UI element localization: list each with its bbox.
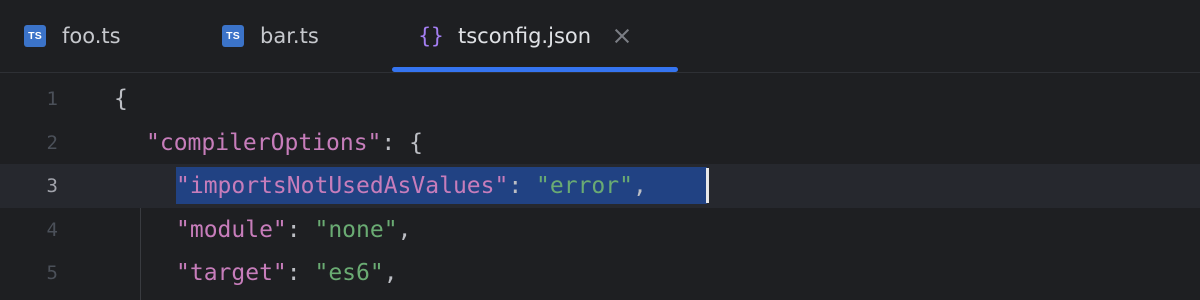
tab-label: bar.ts [260,24,319,48]
current-code-line[interactable]: 3 "importsNotUsedAsValues": "error", [0,164,1200,208]
json-key: "target" [176,260,287,286]
editor-tab-bar: TS foo.ts TS bar.ts {} tsconfig.json [0,0,1200,73]
line-number: 5 [46,262,58,284]
json-punctuation: : [286,217,315,243]
json-key: "module" [176,217,287,243]
json-key: "importsNotUsedAsValues" [176,173,509,199]
line-number: 2 [46,132,58,154]
json-punctuation: : { [381,130,423,156]
typescript-file-icon: TS [24,25,46,47]
typescript-file-icon: TS [222,25,244,47]
tab-label: tsconfig.json [458,24,592,48]
json-punctuation: : [286,260,315,286]
code-area[interactable]: 1 { 2 "compilerOptions": { 3 "importsNot… [0,73,1200,300]
code-text: { [114,77,128,121]
json-string-value: "es6" [314,260,384,286]
code-line[interactable]: 2 "compilerOptions": { [0,121,1200,165]
json-punctuation: , [383,260,398,286]
json-punctuation: , [632,173,647,199]
json-braces-icon: {} [418,24,444,48]
active-tab-indicator [392,67,678,72]
tab-bar-ts[interactable]: TS bar.ts [222,0,319,72]
code-editor: TS foo.ts TS bar.ts {} tsconfig.json 1 {… [0,0,1200,300]
line-number: 3 [46,175,58,197]
json-string-value: "error" [536,173,633,199]
code-text: "module": "none", [176,208,411,252]
json-punctuation: , [397,217,412,243]
json-key: "compilerOptions" [146,130,382,156]
code-text: "target": "es6", [176,251,398,295]
json-punctuation: { [114,86,128,112]
tab-label: foo.ts [62,24,121,48]
tab-tsconfig-json[interactable]: {} tsconfig.json [416,0,631,72]
line-number: 1 [46,88,58,110]
text-caret [706,168,709,203]
tab-foo-ts[interactable]: TS foo.ts [24,0,121,72]
code-line[interactable]: 1 { [0,77,1200,121]
json-string-value: "none" [314,217,398,243]
code-text: "importsNotUsedAsValues": "error", [176,164,647,208]
json-punctuation: : [508,173,537,199]
code-line[interactable]: 4 "module": "none", [0,208,1200,252]
line-number: 4 [46,219,58,241]
code-text: "compilerOptions": { [146,121,423,165]
code-line[interactable]: 5 "target": "es6", [0,251,1200,295]
close-icon[interactable] [613,27,631,45]
